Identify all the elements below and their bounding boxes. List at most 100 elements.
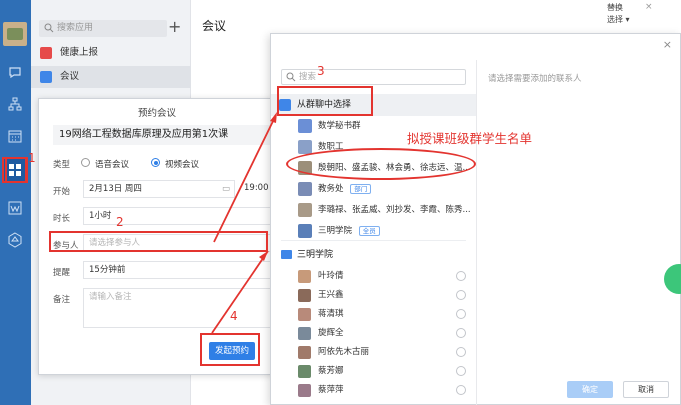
contact-checkbox[interactable] (456, 328, 466, 338)
group-avatar (298, 119, 312, 133)
page-title: 会议 (202, 19, 227, 33)
cancel-button[interactable]: 取消 (623, 381, 669, 398)
contact-avatar (298, 308, 311, 321)
contact-search-placeholder: 搜索 (299, 72, 317, 82)
annotation-box-step3 (277, 86, 373, 116)
health-report-icon (40, 47, 52, 59)
annotation-ellipse-class-group (286, 148, 476, 180)
group-avatar (298, 140, 312, 154)
contact-name: 王兴鑫 (318, 290, 344, 300)
annotation-step1: 1 (28, 151, 36, 165)
annotation-step2: 2 (116, 215, 124, 229)
doc-icon[interactable] (7, 200, 23, 216)
contact-item[interactable]: 蔡芳娜 (271, 362, 476, 381)
contact-checkbox[interactable] (456, 347, 466, 357)
left-rail (0, 0, 31, 405)
duration-label: 时长 (53, 214, 71, 224)
start-time-field[interactable]: 19:00 (239, 180, 273, 198)
annotation-box-step1 (5, 157, 27, 183)
close-icon[interactable]: × (663, 38, 672, 51)
app-search-placeholder: 搜索应用 (57, 23, 94, 33)
group-item[interactable]: 李璐禄、张孟威、刘抄发、李霞、陈秀... (271, 200, 476, 220)
calendar-icon[interactable] (7, 128, 23, 144)
reminder-select[interactable]: 15分钟前 (83, 261, 273, 279)
selection-hint: 请选择需要添加的联系人 (488, 74, 582, 84)
contact-name: 叶玲倩 (318, 271, 344, 281)
start-date-field[interactable]: 2月13日 周四 ▭ (83, 180, 235, 198)
group-name: 李璐禄、张孟威、刘抄发、李霞、陈秀... (318, 205, 471, 215)
video-meeting-label[interactable]: 视频会议 (165, 158, 199, 170)
contact-checkbox[interactable] (456, 366, 466, 376)
select-dropdown[interactable]: 选择 ▾ (607, 14, 630, 25)
chat-icon[interactable] (7, 64, 23, 80)
confirm-button[interactable]: 确定 (567, 381, 613, 398)
meeting-subject-input[interactable]: 19网络工程数据库原理及应用第1次课 (53, 125, 277, 145)
contact-name: 蒋清琪 (318, 309, 344, 319)
calendar-picker-icon: ▭ (221, 184, 230, 194)
contact-avatar (298, 365, 311, 378)
annotation-box-step2 (49, 231, 268, 252)
group-avatar (298, 203, 312, 217)
department-tag: 部门 (350, 183, 372, 194)
contact-avatar (298, 270, 311, 283)
meeting-icon (40, 71, 52, 83)
contact-avatar (298, 346, 311, 359)
contact-item[interactable]: 阿依先木古丽 (271, 343, 476, 362)
voice-meeting-label[interactable]: 语音会议 (95, 158, 129, 170)
contact-avatar (298, 289, 311, 302)
contact-item[interactable]: 旋辉全 (271, 324, 476, 343)
annotation-step4: 4 (230, 309, 238, 323)
contact-name: 蔡芳娜 (318, 366, 344, 376)
corner-controls: — × 替换 选择 ▾ (607, 0, 681, 34)
app-item-meeting[interactable]: 会议 (31, 66, 191, 88)
annotation-note: 拟授课班级群学生名单 (407, 131, 533, 146)
group-name: 教务处 (318, 184, 344, 194)
add-app-button[interactable]: + (168, 17, 181, 36)
contact-avatar (298, 327, 311, 340)
type-label: 类型 (53, 160, 71, 170)
app-item-label: 会议 (60, 71, 80, 82)
voice-meeting-radio[interactable] (81, 158, 90, 167)
duration-select[interactable]: 1小时 (83, 207, 273, 225)
contact-search-input[interactable]: 搜索 (281, 69, 466, 85)
cube-icon[interactable] (7, 232, 23, 248)
app-search-input[interactable]: 搜索应用 (39, 20, 167, 37)
org-icon[interactable] (7, 96, 23, 112)
close-window-icon[interactable]: × (645, 2, 653, 12)
start-date-value: 2月13日 周四 (89, 184, 142, 194)
group-item[interactable]: 教务处 部门 (271, 179, 476, 199)
folder-label: 三明学院 (297, 250, 334, 260)
contact-checkbox[interactable] (456, 309, 466, 319)
contact-name: 阿依先木古丽 (318, 347, 370, 357)
video-meeting-radio[interactable] (151, 158, 160, 167)
reminder-label: 提醒 (53, 268, 71, 278)
contact-item[interactable]: 叶玲倩 (271, 267, 476, 286)
folder-icon (281, 250, 292, 259)
contact-name: 蔡萍萍 (318, 385, 344, 395)
group-name: 三明学院 (318, 226, 353, 236)
replace-label[interactable]: 替换 (607, 2, 623, 13)
notes-textarea[interactable]: 请输入备注 (83, 288, 273, 328)
dialog-title: 预约会议 (137, 108, 176, 119)
contact-checkbox[interactable] (456, 271, 466, 281)
app-item-label: 健康上报 (60, 47, 99, 58)
start-label: 开始 (53, 187, 71, 197)
group-name: 数学秘书群 (318, 121, 361, 131)
contact-checkbox[interactable] (456, 385, 466, 395)
group-item[interactable]: 三明学院 全员 (271, 221, 476, 241)
user-avatar[interactable] (3, 22, 27, 46)
annotation-box-step4 (200, 333, 260, 366)
contact-item[interactable]: 王兴鑫 (271, 286, 476, 305)
group-avatar (298, 224, 312, 238)
notes-label: 备注 (53, 295, 71, 305)
search-icon (286, 72, 296, 82)
contact-item[interactable]: 蒋清琪 (271, 305, 476, 324)
contact-checkbox[interactable] (456, 290, 466, 300)
app-item-health-report[interactable]: 健康上报 (31, 42, 191, 64)
contact-avatar (298, 384, 311, 397)
contact-name: 旋辉全 (318, 328, 344, 338)
org-folder-sanming[interactable]: 三明学院 (271, 245, 476, 265)
contact-item[interactable]: 蔡萍萍 (271, 381, 476, 400)
list-divider (281, 240, 466, 241)
all-members-tag: 全员 (358, 225, 380, 236)
